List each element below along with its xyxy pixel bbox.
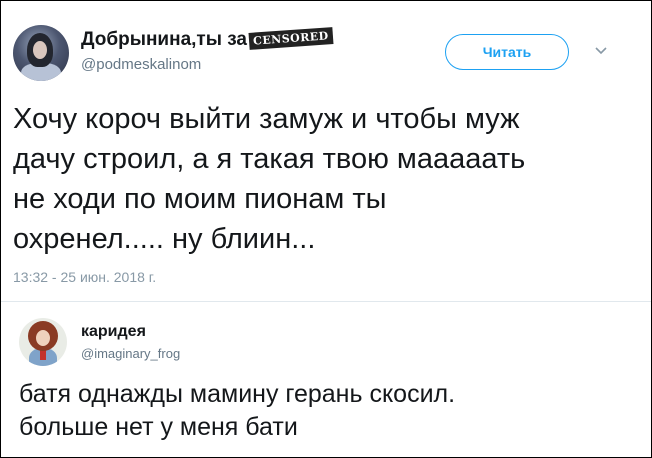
author-name-line[interactable]: Добрынина,ты за CENSORED xyxy=(81,27,334,51)
divider xyxy=(1,301,651,302)
reply-author-handle[interactable]: @imaginary_frog xyxy=(81,346,180,361)
reply-text: батя однажды мамину герань скосил. больш… xyxy=(19,378,639,444)
tweet-timestamp[interactable]: 13:32 - 25 июн. 2018 г. xyxy=(13,269,156,285)
reply-text-line: батя однажды мамину герань скосил. xyxy=(19,380,456,408)
tweet-text-line: охренел..... ну блиин... xyxy=(13,223,316,255)
censored-stamp: CENSORED xyxy=(248,27,334,50)
author-avatar[interactable] xyxy=(13,25,69,81)
reply-text-line: больше нет у меня бати xyxy=(19,413,298,441)
tweet-text-line: дачу строил, а я такая твою мааааать xyxy=(13,143,526,175)
reply-author-name[interactable]: каридея xyxy=(81,323,146,341)
chevron-down-icon[interactable] xyxy=(594,45,608,57)
tweet-text: Хочу короч выйти замуж и чтобы муж дачу … xyxy=(13,99,638,259)
screenshot-frame: Добрынина,ты за CENSORED @podmeskalinom Ч… xyxy=(0,0,652,458)
author-handle[interactable]: @podmeskalinom xyxy=(81,56,201,73)
tweet-text-line: не ходи по моим пионам ты xyxy=(13,183,387,215)
author-name[interactable]: Добрынина,ты за xyxy=(81,29,247,50)
reply-author-avatar[interactable] xyxy=(19,318,67,366)
follow-button[interactable]: Читать xyxy=(445,34,569,70)
tweet-text-line: Хочу короч выйти замуж и чтобы муж xyxy=(13,103,520,135)
